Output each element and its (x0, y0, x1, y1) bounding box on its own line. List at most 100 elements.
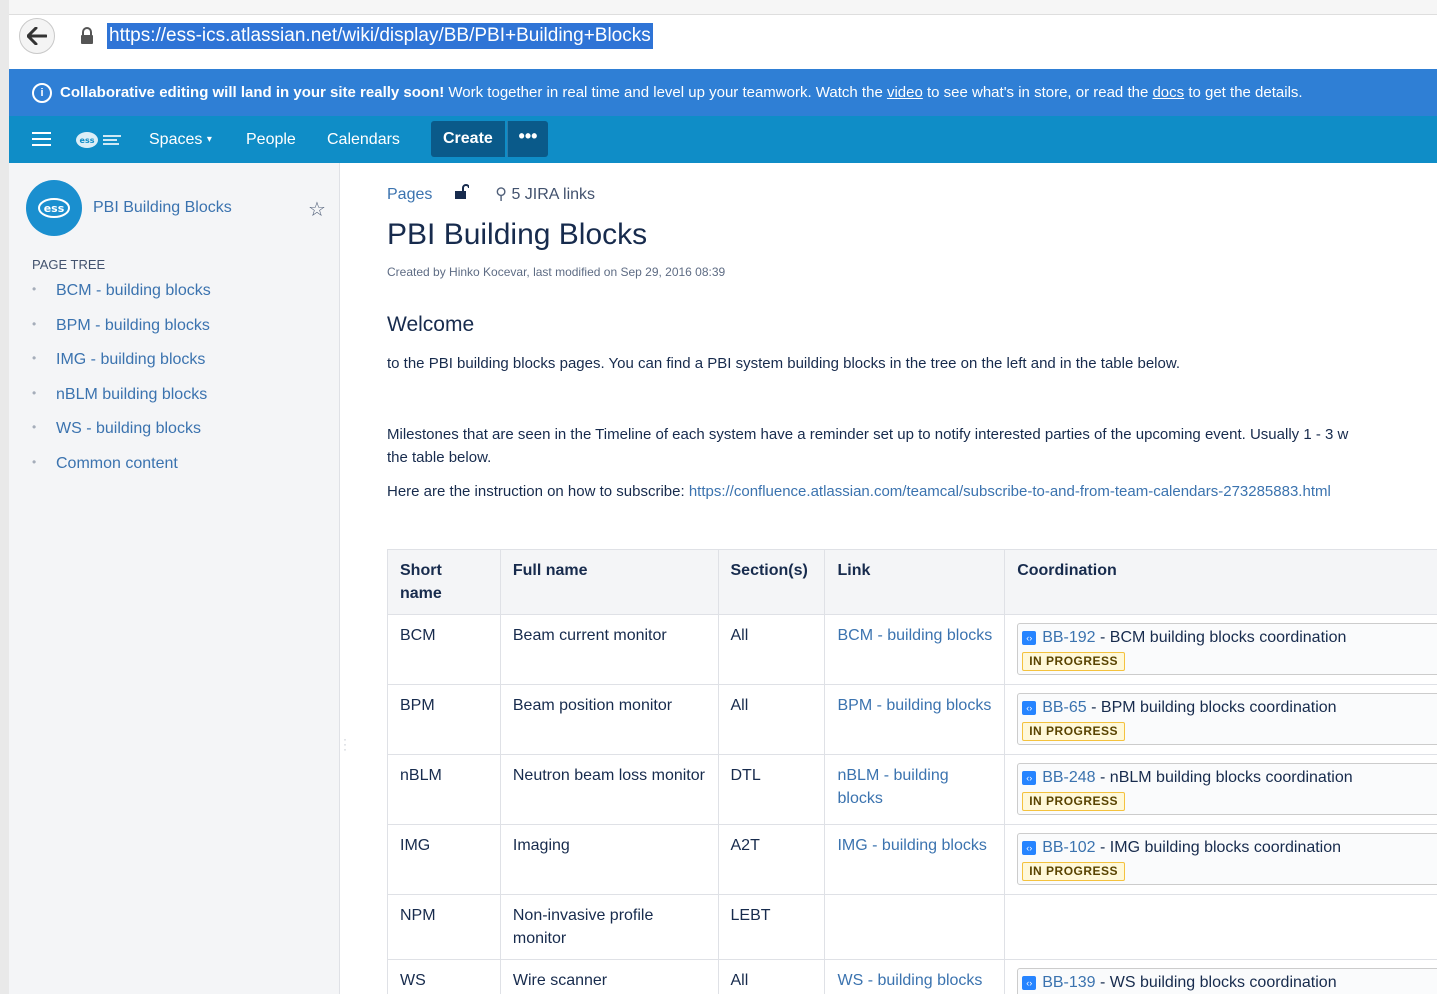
page-byline: Created by Hinko Kocevar, last modified … (387, 265, 726, 279)
nav-spaces-label: Spaces (149, 131, 203, 148)
collab-editing-banner: i Collaborative editing will land in your… (9, 69, 1437, 116)
jira-issue-summary: - nBLM building blocks coordination (1095, 769, 1353, 786)
cell-full-name: Neutron beam loss monitor (499, 754, 719, 825)
cell-coordination: ‹› BB-248 - nBLM building blocks coordina… (1004, 754, 1437, 825)
header-short-name[interactable]: Short name (387, 549, 501, 615)
jira-issue-icon: ‹› (1022, 841, 1037, 855)
jira-issue-key[interactable]: BB-65 (1042, 699, 1086, 716)
cell-section: LEBT (717, 894, 826, 960)
jira-issue-summary: - IMG building blocks coordination (1095, 839, 1342, 856)
cell-full-name: Beam position monitor (499, 684, 719, 755)
subscribe-paragraph: Here are the instruction on how to subsc… (387, 483, 1331, 500)
nav-calendars[interactable]: Calendars (327, 116, 400, 163)
hamburger-menu-icon[interactable] (32, 132, 51, 146)
jira-issue-macro[interactable]: ‹› BB-192 - BCM building blocks coordinat… (1017, 623, 1437, 675)
jira-issue-macro[interactable]: ‹› BB-65 - BPM building blocks coordinati… (1017, 693, 1437, 745)
jira-links-icon[interactable]: ⚲ (495, 184, 507, 204)
tree-item-ws[interactable]: • WS - building blocks (32, 420, 211, 455)
jira-issue-macro[interactable]: ‹› BB-102 - IMG building blocks coordinat… (1017, 833, 1437, 885)
caret-down-icon: ▾ (206, 134, 212, 145)
milestones-paragraph: Milestones that are seen in the Timeline… (387, 426, 1349, 466)
cell-link: IMG - building blocks (824, 824, 1006, 895)
jira-issue-key[interactable]: BB-192 (1042, 629, 1095, 646)
cell-short-name: WS (387, 959, 501, 994)
cell-coordination: ‹› BB-65 - BPM building blocks coordinati… (1004, 684, 1437, 755)
page-link[interactable]: BPM - building blocks (837, 697, 991, 714)
page-tree-title: PAGE TREE (32, 257, 106, 272)
cell-section: All (717, 959, 826, 994)
header-link[interactable]: Link (824, 549, 1006, 615)
lock-icon (81, 27, 93, 44)
cell-short-name: IMG (387, 824, 501, 895)
arrow-left-icon (27, 27, 47, 45)
page-link[interactable]: WS - building blocks (837, 972, 982, 989)
page-title: PBI Building Blocks (387, 218, 648, 251)
jira-issue-macro[interactable]: ‹› BB-248 - nBLM building blocks coordina… (1017, 763, 1437, 815)
cell-full-name: Beam current monitor (499, 614, 719, 685)
cell-coordination: ‹› BB-192 - BCM building blocks coordinat… (1004, 614, 1437, 685)
breadcrumb-pages-link[interactable]: Pages (387, 186, 432, 203)
create-more-button[interactable]: ••• (507, 121, 548, 157)
cell-coordination: ‹› BB-139 - WS building blocks coordinati… (1004, 959, 1437, 994)
banner-text-1: Work together in real time and level up … (444, 84, 887, 101)
cell-short-name: BCM (387, 614, 501, 685)
cell-section: A2T (717, 824, 826, 895)
create-button[interactable]: Create (431, 121, 505, 157)
cell-short-name: BPM (387, 684, 501, 755)
space-logo[interactable]: ess (26, 180, 82, 236)
back-button[interactable] (19, 18, 55, 54)
status-badge: IN PROGRESS (1022, 652, 1126, 671)
table-row: IMG Imaging A2T IMG - building blocks ‹› BB-1… (387, 824, 1437, 895)
page-link[interactable]: nBLM - building blocks (837, 767, 948, 807)
ess-logo[interactable]: ess (75, 131, 125, 149)
banner-bold-text: Collaborative editing will land in your … (60, 84, 445, 101)
star-icon[interactable]: ☆ (308, 197, 326, 222)
page-content: Pages ⚲ 5 JIRA links PBI Building Blocks… (340, 163, 1437, 994)
header-full-name[interactable]: Full name (499, 549, 719, 615)
jira-issue-key[interactable]: BB-139 (1042, 974, 1095, 991)
table-row: WS Wire scanner All WS - building blocks ‹› B… (387, 959, 1437, 994)
header-coordination[interactable]: Coordination (1004, 549, 1437, 615)
page-link[interactable]: IMG - building blocks (837, 837, 986, 854)
nav-people[interactable]: People (246, 116, 296, 163)
cell-full-name: Imaging (499, 824, 719, 895)
welcome-heading: Welcome (387, 313, 475, 336)
cell-link: BCM - building blocks (824, 614, 1006, 685)
info-icon: i (32, 83, 52, 104)
tree-item-nblm[interactable]: • nBLM building blocks (32, 386, 211, 421)
cell-link: BPM - building blocks (824, 684, 1006, 755)
building-blocks-table: Short name Full name Section(s) Link Coo… (387, 549, 1437, 994)
nav-spaces[interactable]: Spaces ▾ (149, 116, 212, 163)
tree-item-bpm[interactable]: • BPM - building blocks (32, 317, 211, 352)
status-badge: IN PROGRESS (1022, 792, 1126, 811)
banner-docs-link[interactable]: docs (1152, 84, 1184, 101)
subscribe-link[interactable]: https://confluence.atlassian.com/teamcal… (689, 483, 1331, 500)
space-name-link[interactable]: PBI Building Blocks (93, 199, 232, 217)
page-link[interactable]: BCM - building blocks (837, 627, 992, 644)
cell-short-name: nBLM (387, 754, 501, 825)
svg-text:ess: ess (44, 202, 65, 215)
jira-issue-icon: ‹› (1022, 771, 1037, 785)
jira-issue-key[interactable]: BB-102 (1042, 839, 1095, 856)
tree-item-img[interactable]: • IMG - building blocks (32, 351, 211, 386)
header-sections[interactable]: Section(s) (717, 549, 826, 615)
cell-link: nBLM - building blocks (824, 754, 1006, 825)
jira-issue-summary: - BPM building blocks coordination (1086, 699, 1337, 716)
ess-space-icon: ess (38, 198, 70, 218)
jira-links-count[interactable]: 5 JIRA links (511, 186, 595, 203)
jira-issue-icon: ‹› (1022, 631, 1037, 645)
browser-tab-strip (9, 0, 1437, 15)
cell-coordination (1004, 894, 1437, 960)
unlock-icon[interactable] (454, 184, 469, 200)
tree-item-bcm[interactable]: • BCM - building blocks (32, 282, 211, 317)
tree-item-common[interactable]: • Common content (32, 455, 211, 490)
banner-video-link[interactable]: video (887, 84, 923, 101)
cell-link: WS - building blocks (824, 959, 1006, 994)
jira-issue-macro[interactable]: ‹› BB-139 - WS building blocks coordinati… (1017, 968, 1437, 994)
svg-text:ess: ess (80, 136, 95, 145)
jira-issue-summary: - BCM building blocks coordination (1095, 629, 1347, 646)
table-header-row: Short name Full name Section(s) Link Coo… (387, 549, 1437, 615)
jira-issue-key[interactable]: BB-248 (1042, 769, 1095, 786)
url-input[interactable]: https://ess-ics.atlassian.net/wiki/displ… (107, 23, 653, 49)
cell-full-name: Wire scanner (499, 959, 719, 994)
